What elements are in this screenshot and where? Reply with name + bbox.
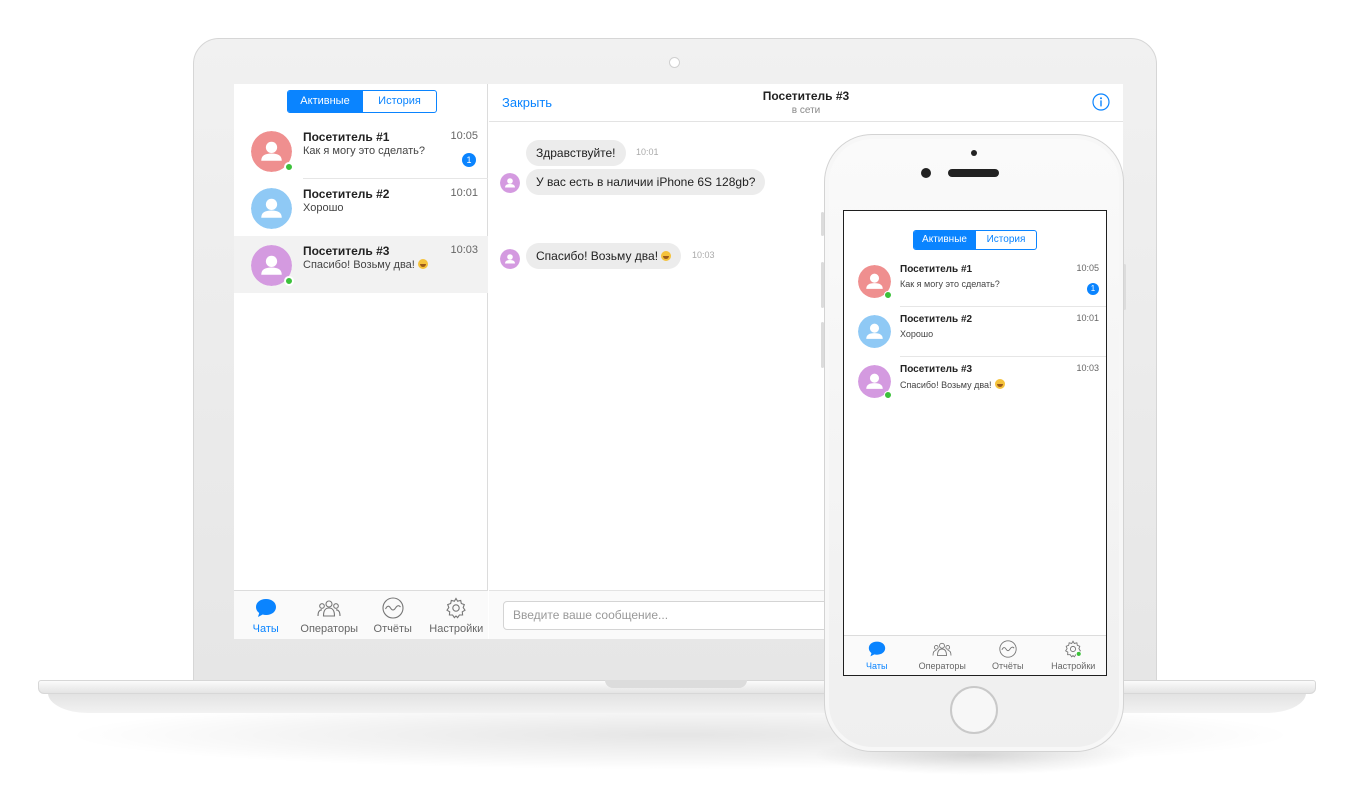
chat-item-last-message: Хорошо <box>900 329 934 339</box>
chat-item-visitor-3[interactable]: Посетитель #3 Спасибо! Возьму два! 10:03 <box>234 236 488 293</box>
conversation-title: Посетитель #3 <box>762 89 850 103</box>
gear-icon <box>1065 640 1082 658</box>
chat-bubble-icon <box>868 641 885 657</box>
chat-item-last-message: Хорошо <box>303 202 344 214</box>
tab-chats[interactable]: Чаты <box>844 636 910 675</box>
laptop-camera <box>669 57 680 68</box>
operators-icon <box>317 600 341 617</box>
chat-item-time: 10:01 <box>1076 313 1099 323</box>
bottom-tab-bar: Чаты Операторы Отчёты Настройки <box>844 635 1106 675</box>
chat-item-visitor-1[interactable]: Посетитель #1 Как я могу это сделать? 10… <box>844 257 1106 307</box>
laptop-notch <box>605 680 747 688</box>
tab-reports[interactable]: Отчёты <box>361 591 425 639</box>
online-indicator <box>284 276 294 286</box>
chat-item-visitor-2[interactable]: Посетитель #2 Хорошо 10:01 <box>234 179 488 236</box>
online-indicator <box>884 391 892 399</box>
tab-chats[interactable]: Чаты <box>234 591 298 639</box>
unread-badge: 1 <box>462 153 476 167</box>
user-avatar-icon <box>251 188 292 229</box>
segment-history[interactable]: История <box>975 231 1036 249</box>
tab-label: Чаты <box>252 623 279 635</box>
chat-list: Посетитель #1 Как я могу это сделать? 10… <box>844 257 1106 407</box>
chat-item-time: 10:01 <box>450 187 478 199</box>
tab-label: Настройки <box>429 623 484 635</box>
tab-label: Настройки <box>1051 661 1096 671</box>
chat-sidebar: Активные История Посетитель #1 Как я мог… <box>234 84 488 639</box>
tab-operators[interactable]: Операторы <box>298 591 362 639</box>
tab-operators[interactable]: Операторы <box>910 636 976 675</box>
phone-home-button[interactable] <box>950 686 998 734</box>
chat-item-visitor-3[interactable]: Посетитель #3 Спасибо! Возьму два! 10:03 <box>844 357 1106 407</box>
chat-item-name: Посетитель #1 <box>900 264 973 275</box>
segment-active[interactable]: Активные <box>288 91 362 112</box>
online-indicator <box>284 162 294 172</box>
chat-item-last-message: Спасибо! Возьму два! <box>900 379 1005 390</box>
phone-front-camera <box>921 168 931 178</box>
chat-item-last-message: Спасибо! Возьму два! <box>303 259 428 271</box>
gear-icon <box>446 597 467 619</box>
message-bubble: У вас есть в наличии iPhone 6S 128gb? <box>526 169 766 195</box>
tab-settings[interactable]: Настройки <box>425 591 489 639</box>
chat-item-visitor-2[interactable]: Посетитель #2 Хорошо 10:01 <box>844 307 1106 357</box>
chat-item-time: 10:03 <box>450 244 478 256</box>
message-sender-avatar <box>500 249 520 269</box>
chat-item-name: Посетитель #3 <box>303 244 390 258</box>
conversation-status: в сети <box>791 105 821 116</box>
message-bubble: Здравствуйте! <box>526 140 626 166</box>
chat-item-time: 10:05 <box>450 130 478 142</box>
segment-active[interactable]: Активные <box>914 231 975 249</box>
unread-badge: 1 <box>1087 283 1099 295</box>
chat-item-name: Посетитель #2 <box>303 187 390 201</box>
reports-icon <box>382 597 404 619</box>
chat-item-time: 10:05 <box>1076 263 1099 273</box>
phone-screen: Активные История Посетитель #1 Как я мог… <box>843 210 1107 676</box>
message-text: Спасибо! Возьму два! <box>536 249 659 263</box>
tab-label: Операторы <box>918 661 966 671</box>
online-indicator <box>884 291 892 299</box>
chat-item-time: 10:03 <box>1076 363 1099 373</box>
chat-item-last-message-text: Спасибо! Возьму два! <box>303 259 415 271</box>
chat-filter-segment: Активные История <box>287 90 437 113</box>
message-time: 10:01 <box>636 147 659 157</box>
chat-item-last-message-text: Спасибо! Возьму два! <box>900 380 992 390</box>
chat-item-last-message: Как я могу это сделать? <box>900 279 1000 289</box>
user-avatar-icon <box>500 249 520 269</box>
phone-speaker <box>948 169 999 177</box>
message-sender-avatar <box>500 173 520 193</box>
phone-sensor <box>971 150 977 156</box>
tab-label: Отчёты <box>992 661 1024 671</box>
grinning-face-emoji-icon <box>994 379 1005 389</box>
message-time: 10:03 <box>692 250 715 260</box>
conversation-header: Закрыть Посетитель #3 в сети <box>489 84 1123 122</box>
avatar <box>858 315 891 348</box>
chat-list: Посетитель #1 Как я могу это сделать? 10… <box>234 122 488 293</box>
chat-item-visitor-1[interactable]: Посетитель #1 Как я могу это сделать? 10… <box>234 122 488 179</box>
tab-label: Чаты <box>866 661 888 671</box>
tab-settings[interactable]: Настройки <box>1041 636 1107 675</box>
chat-item-name: Посетитель #2 <box>900 314 973 325</box>
reports-icon <box>999 640 1017 658</box>
user-avatar-icon <box>858 315 891 348</box>
chat-filter-segment: Активные История <box>913 230 1037 250</box>
tab-label: Отчёты <box>373 623 412 635</box>
segment-history[interactable]: История <box>362 91 436 112</box>
chat-item-name: Посетитель #1 <box>303 130 390 144</box>
grinning-face-emoji-icon <box>417 259 428 269</box>
user-avatar-icon <box>500 173 520 193</box>
bottom-tab-bar: Чаты Операторы Отчёты Настройки <box>234 590 488 639</box>
chat-item-last-message: Как я могу это сделать? <box>303 145 425 157</box>
tab-label: Операторы <box>300 623 359 635</box>
info-icon[interactable] <box>1092 93 1110 111</box>
chat-item-name: Посетитель #3 <box>900 364 973 375</box>
grinning-face-emoji-icon <box>661 251 672 261</box>
chat-bubble-icon <box>255 599 276 617</box>
message-bubble: Спасибо! Возьму два! <box>526 243 682 269</box>
avatar <box>251 188 292 229</box>
operators-icon <box>932 642 952 656</box>
tab-reports[interactable]: Отчёты <box>975 636 1041 675</box>
